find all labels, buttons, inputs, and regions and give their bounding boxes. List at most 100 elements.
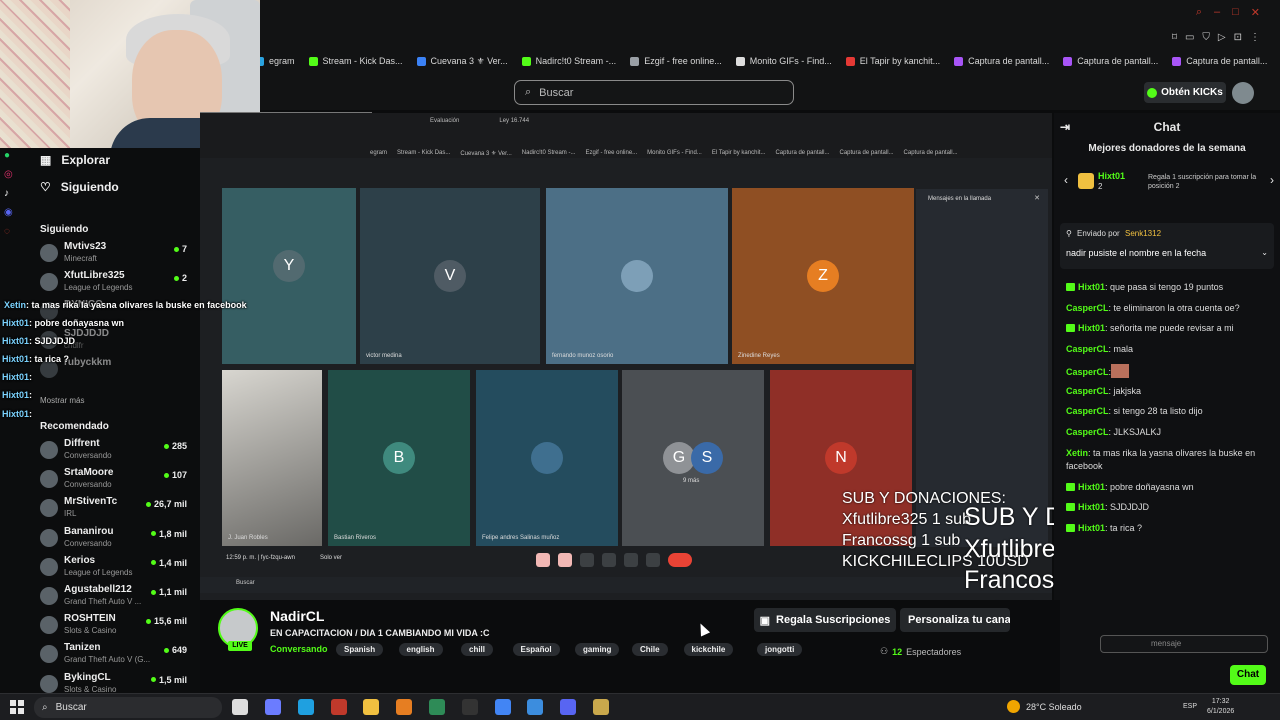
epic-icon[interactable] (462, 699, 478, 715)
discord-icon[interactable]: ◉ (4, 207, 13, 218)
chat-username[interactable]: Hixt01 (1078, 482, 1105, 492)
edge-icon[interactable] (298, 699, 314, 715)
kick-coin-icon (1147, 87, 1158, 98)
settings-icon[interactable]: ◌ (4, 226, 13, 237)
chat-text: : si tengo 28 ta listo dijo (1108, 406, 1203, 417)
chat-username[interactable]: CasperCL (1066, 303, 1109, 313)
stream-tag[interactable]: Chile (632, 643, 668, 656)
chat-username[interactable]: Hixt01 (1078, 282, 1105, 292)
chat-username[interactable]: CasperCL (1066, 367, 1109, 377)
league-icon[interactable] (593, 699, 609, 715)
app-red-icon[interactable] (331, 699, 347, 715)
bookmark-item[interactable]: Cuevana 3 ⚜ Ver... (416, 56, 508, 67)
stream-tag[interactable]: kickchile (683, 643, 734, 656)
search-icon[interactable]: ⌕ (1196, 6, 1202, 19)
recommended-channel[interactable]: Diffrent Conversando 285 (40, 438, 190, 464)
language-indicator[interactable]: ESP (1183, 703, 1197, 710)
tiktok-icon[interactable]: ♪ (4, 188, 13, 199)
file-explorer-icon[interactable] (363, 699, 379, 715)
bookmark-item[interactable]: Nadirc!t0 Stream -... (521, 56, 616, 66)
show-more-link[interactable]: Mostrar más (40, 396, 84, 405)
instagram-icon[interactable]: ◎ (4, 169, 13, 180)
nav-following[interactable]: ♡ Siguiendo (40, 180, 119, 194)
following-channel[interactable]: XfutLibre325 League of Legends 2 (40, 270, 190, 296)
more-icon[interactable]: ⋮ (1250, 32, 1260, 43)
bookmark-item[interactable]: El Tapir by kanchit... (845, 56, 940, 66)
viewer-count: 26,7 mil (145, 499, 187, 509)
recommended-channel[interactable]: Kerios League of Legends 1,4 mil (40, 555, 190, 581)
taskbar-search[interactable]: ⌕ Buscar (34, 697, 222, 718)
stream-category[interactable]: Conversando (270, 644, 328, 654)
chat-send-button[interactable]: Chat (1230, 665, 1266, 685)
chat-username[interactable]: CasperCL (1066, 406, 1109, 416)
live-dot-icon (163, 443, 169, 449)
bookmark-item[interactable]: egram (255, 56, 295, 66)
chat-username[interactable]: Hixt01 (1078, 323, 1105, 333)
bookmark-icon[interactable]: ⌑ (1172, 32, 1177, 43)
chat-text: : señorita me puede revisar a mi (1105, 323, 1234, 334)
get-kicks-button[interactable]: Obtén KICKs (1144, 82, 1226, 103)
bookmark-item[interactable]: Captura de pantall... (1063, 56, 1158, 66)
save-icon[interactable]: ▭ (1185, 32, 1194, 43)
participant-tile: Z Zinedine Reyes (732, 188, 914, 364)
chat-username[interactable]: CasperCL (1066, 344, 1109, 354)
copilot-icon[interactable] (265, 699, 281, 715)
chat-username[interactable]: Xetin (1066, 448, 1088, 458)
app-green-icon[interactable] (429, 699, 445, 715)
store-icon[interactable] (527, 699, 543, 715)
taskbar-weather[interactable]: 28°C Soleado (1007, 700, 1082, 713)
prev-arrow-icon[interactable]: ‹ (1064, 173, 1068, 187)
chat-username[interactable]: CasperCL (1066, 386, 1109, 396)
stream-tag[interactable]: jongotti (757, 643, 803, 656)
recommended-channel[interactable]: SrtaMoore Conversando 107 (40, 467, 190, 493)
stream-tag[interactable]: english (398, 643, 443, 656)
chat-username[interactable]: CasperCL (1066, 427, 1109, 437)
chat-username[interactable]: Hixt01 (1078, 523, 1105, 533)
collapse-chat-icon[interactable]: ⇥ (1060, 120, 1070, 134)
task-view-icon[interactable] (232, 699, 248, 715)
expand-icon[interactable]: ⌄ (1261, 248, 1268, 257)
participant-tile: Felipe andres Salinas muñoz (476, 370, 618, 546)
recommended-channel[interactable]: ROSHTEIN Slots & Casino 15,6 mil (40, 613, 190, 639)
bookmark-item[interactable]: Stream - Kick Das... (308, 56, 403, 66)
bookmark-item[interactable]: Ezgif - free online... (630, 56, 722, 66)
minimize-icon[interactable]: – (1214, 6, 1220, 19)
extensions-icon[interactable]: ⊡ (1234, 32, 1242, 43)
bookmark-item[interactable]: Captura de pantall... (954, 56, 1049, 66)
stream-tag[interactable]: Español (512, 643, 560, 656)
shield-icon[interactable]: ⛉ (1202, 32, 1210, 43)
inner-tab: Ley 16.744 (499, 118, 530, 124)
bookmark-item[interactable]: Monito GIFs - Find... (735, 56, 832, 66)
stream-tag[interactable]: Spanish (336, 643, 384, 656)
chat-username[interactable]: Hixt01 (1078, 502, 1105, 512)
recommended-channel[interactable]: MrStivenTc IRL 26,7 mil (40, 496, 190, 522)
recommended-channel[interactable]: Tanizen Grand Theft Auto V (G... 649 (40, 642, 190, 668)
viewer-count: 1,4 mil (150, 558, 187, 568)
customize-channel-button[interactable]: Personaliza tu canal (900, 608, 1010, 632)
nav-explore[interactable]: ▦ Explorar (40, 153, 110, 167)
chrome-icon[interactable] (495, 699, 511, 715)
bookmark-icon (735, 56, 745, 66)
stream-tag[interactable]: chill (461, 643, 494, 656)
close-icon[interactable]: ✕ (1251, 6, 1260, 19)
taskbar-clock[interactable]: 17:32 6/1/2026 (1207, 697, 1234, 717)
stream-tag[interactable]: gaming (575, 643, 620, 656)
windows-start-icon[interactable] (10, 700, 24, 714)
recommended-channel[interactable]: Agustabell212 Grand Theft Auto V ... 1,1 m… (40, 584, 190, 610)
search-input[interactable]: ⌕ Buscar (514, 80, 794, 105)
play-icon[interactable]: ▷ (1218, 32, 1226, 43)
following-channel[interactable]: Mvtivs23 Minecraft 7 (40, 241, 190, 267)
clock-time: 17:32 (1211, 698, 1230, 705)
streamer-name[interactable]: NadirCL (270, 608, 324, 624)
app-orange-icon[interactable] (396, 699, 412, 715)
whatsapp-icon[interactable]: ● (4, 150, 13, 161)
profile-avatar[interactable] (1232, 82, 1254, 104)
gift-subs-button[interactable]: ▣ Regala Suscripciones (754, 608, 896, 632)
chat-input[interactable]: mensaje (1100, 635, 1268, 653)
discord-icon[interactable] (560, 699, 576, 715)
bookmark-item[interactable]: Captura de pantall... (1172, 56, 1267, 66)
next-arrow-icon[interactable]: › (1270, 173, 1274, 187)
recommended-channel[interactable]: Bananirou Conversando 1,8 mil (40, 526, 190, 552)
subscriber-badge-icon (1066, 482, 1075, 491)
maximize-icon[interactable]: □ (1232, 6, 1239, 19)
